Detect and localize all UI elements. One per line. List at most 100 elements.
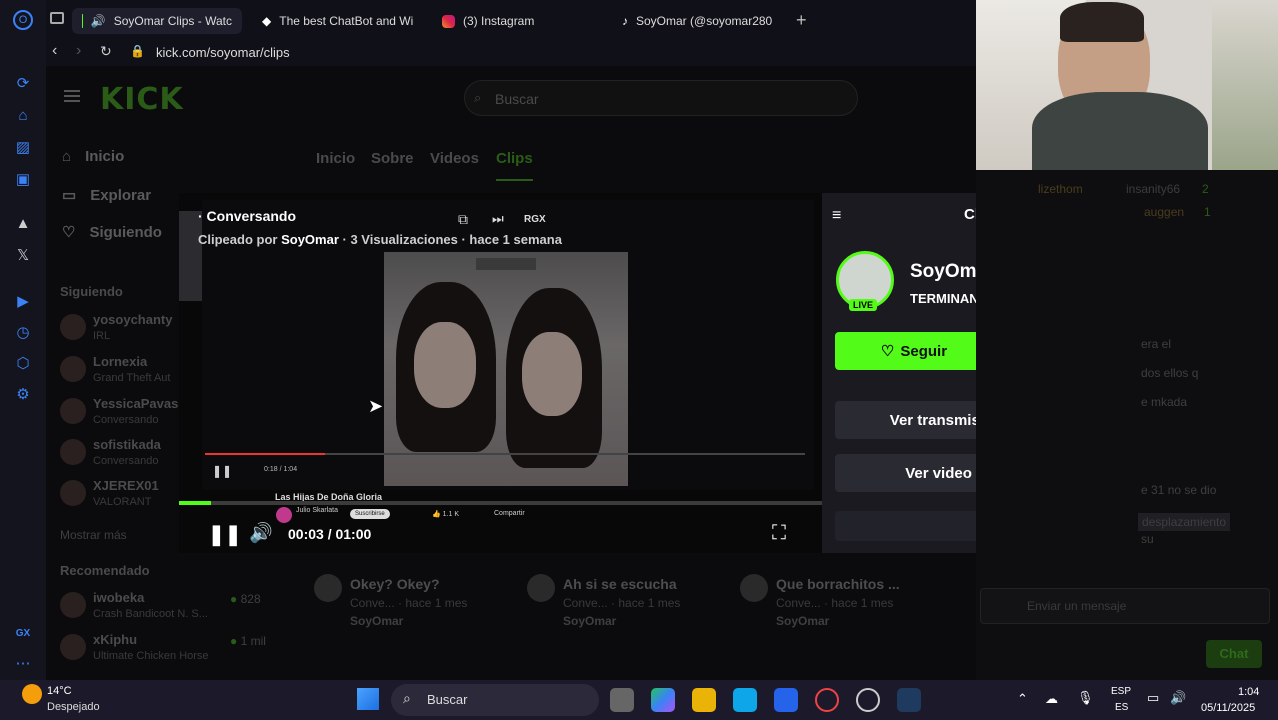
bag-icon[interactable]: ⌂	[13, 106, 33, 126]
live-badge: LIVE	[849, 299, 878, 311]
windows-start-icon[interactable]	[357, 688, 379, 710]
popout-icon[interactable]: ⧉	[458, 211, 468, 228]
chat-user: auggen	[1144, 205, 1185, 219]
taskbar-search[interactable]: ⌕ Buscar	[391, 684, 599, 716]
channel-tab-inicio[interactable]: Inicio	[316, 150, 355, 167]
clip-title: Okey? Okey?	[350, 576, 440, 592]
channel-tab-videos[interactable]: Videos	[430, 150, 479, 167]
search-input[interactable]: Buscar	[464, 80, 858, 116]
task-view-icon[interactable]	[610, 688, 634, 712]
recommended-item[interactable]: xKiphu Ultimate Chicken Horse ● 1 mil	[60, 630, 270, 670]
tab-kick[interactable]: 🔊 SoyOmar Clips - Watc	[72, 8, 242, 34]
chat-send-button[interactable]: Chat	[1206, 640, 1262, 668]
nav-inicio[interactable]: ⌂ Inicio	[62, 148, 124, 165]
collapse-icon[interactable]: ≡	[832, 207, 841, 225]
back-icon[interactable]: ‹	[52, 42, 57, 60]
clock-date[interactable]: 05/11/2025	[1201, 702, 1255, 714]
inner-pause-icon: ❚❚	[212, 464, 233, 478]
volume-icon[interactable]: 🔊	[249, 521, 273, 545]
pause-icon[interactable]: ❚❚	[208, 522, 242, 547]
volume-icon[interactable]: 🔊	[1170, 690, 1186, 706]
notes-icon[interactable]: ▨	[13, 138, 33, 158]
history-icon[interactable]: ⟳	[13, 74, 33, 94]
new-tab-button[interactable]: +	[796, 10, 807, 31]
fullscreen-icon[interactable]: ⛶	[772, 522, 786, 545]
forward-icon[interactable]: ›	[76, 42, 81, 60]
weather-icon	[22, 684, 42, 704]
clip-title: · Conversando	[198, 208, 297, 224]
avatar	[60, 439, 86, 465]
tab-instagram[interactable]: (3) Instagram	[432, 8, 602, 34]
clip-card[interactable]: Que borrachitos ... Conve... · hace 1 mes…	[740, 574, 930, 634]
channel-tab-clips[interactable]: Clips	[496, 150, 533, 181]
channel-tab-sobre[interactable]: Sobre	[371, 150, 414, 167]
avatar	[60, 314, 86, 340]
instagram-favicon-icon	[442, 14, 455, 28]
kick-logo[interactable]: KICK	[100, 82, 184, 117]
aria-icon[interactable]: ▲	[13, 214, 33, 234]
obs-icon[interactable]	[856, 688, 880, 712]
tab-tiktok[interactable]: ♪ SoyOmar (@soyomar280	[612, 8, 792, 34]
keyboard-code[interactable]: ES	[1115, 702, 1128, 713]
outlook-icon[interactable]	[774, 688, 798, 712]
gx-icon[interactable]: GX	[13, 624, 33, 644]
mouse-cursor-icon: ➤	[368, 396, 384, 416]
heart-icon: ♡	[62, 224, 76, 241]
taskbar: 14°C Despejado ⌕ Buscar ⌃ ☁ 🎙 ESP ES ▭ 🔊 …	[0, 680, 1278, 720]
workspaces-icon[interactable]	[50, 12, 64, 24]
clip-meta: Conve... · hace 1 mes	[563, 596, 681, 610]
channel-name: sofistikada	[93, 437, 161, 452]
chat-line: dos ellos q	[1141, 366, 1199, 380]
messenger-icon[interactable]: ▣	[13, 170, 33, 190]
nav-siguiendo[interactable]: ♡ Siguiendo	[62, 223, 162, 241]
more-icon[interactable]: ⋯	[13, 654, 33, 674]
language-code[interactable]: ESP	[1111, 686, 1131, 697]
steam-icon[interactable]	[897, 688, 921, 712]
skip-icon[interactable]: ⏭	[492, 211, 504, 227]
time-readout: 00:03 / 01:00	[288, 526, 372, 542]
avatar	[60, 398, 86, 424]
clip-card[interactable]: Okey? Okey? Conve... · hace 1 mes SoyOmar	[314, 574, 504, 634]
microphone-icon[interactable]: 🎙	[1077, 690, 1094, 706]
hoodie	[1032, 92, 1208, 170]
copilot-icon[interactable]	[651, 688, 675, 712]
show-more-link[interactable]: Mostrar más	[60, 528, 127, 542]
heart-icon: ♡	[880, 343, 895, 360]
x-icon[interactable]: 𝕏	[13, 246, 33, 266]
network-icon[interactable]: ▭	[1147, 690, 1159, 706]
avatar	[314, 574, 342, 602]
avatar	[60, 480, 86, 506]
extensions-icon[interactable]: ⬡	[13, 354, 33, 374]
menu-icon[interactable]	[64, 90, 80, 102]
channel-category: IRL	[93, 330, 111, 342]
chat-input[interactable]: Enviar un mensaje	[980, 588, 1270, 624]
nav-label: Inicio	[85, 148, 125, 165]
opera-logo-icon[interactable]: O	[13, 10, 33, 30]
recommended-item[interactable]: iwobeka Crash Bandicoot N. S... ● 828	[60, 588, 270, 628]
channel-category: Grand Theft Aut	[93, 372, 171, 384]
follow-button[interactable]: ♡ Seguir	[835, 332, 993, 370]
onedrive-icon[interactable]: ☁	[1045, 691, 1058, 707]
tray-chevron-icon[interactable]: ⌃	[1017, 691, 1028, 707]
clock-icon[interactable]: ◷	[13, 323, 33, 343]
opera-gx-icon[interactable]	[815, 688, 839, 712]
clip-card[interactable]: Ah si se escucha Conve... · hace 1 mes Soy…	[527, 574, 717, 634]
avatar	[527, 574, 555, 602]
clock-time[interactable]: 1:04	[1238, 686, 1259, 698]
channel-name: iwobeka	[93, 590, 145, 605]
reload-icon[interactable]: ↻	[100, 43, 112, 60]
file-explorer-icon[interactable]	[692, 688, 716, 712]
settings-icon[interactable]: ⚙	[13, 385, 33, 405]
inner-channel: Julio Skarlata	[296, 507, 339, 514]
store-icon[interactable]	[733, 688, 757, 712]
progress-track[interactable]	[179, 501, 822, 505]
tab-chatbot[interactable]: ◆ The best ChatBot and Wi	[252, 8, 422, 34]
recommended-heading: Recomendado	[60, 563, 150, 578]
player-icon[interactable]: ▶	[13, 292, 33, 312]
speaker-icon: 🔊	[90, 14, 106, 28]
nav-explorar[interactable]: ▭ Explorar	[62, 186, 151, 204]
url-field[interactable]: kick.com/soyomar/clips	[156, 45, 290, 60]
nav-label: Explorar	[90, 187, 152, 204]
clip-meta: Conve... · hace 1 mes	[350, 596, 468, 610]
channel-category: VALORANT	[93, 496, 152, 508]
